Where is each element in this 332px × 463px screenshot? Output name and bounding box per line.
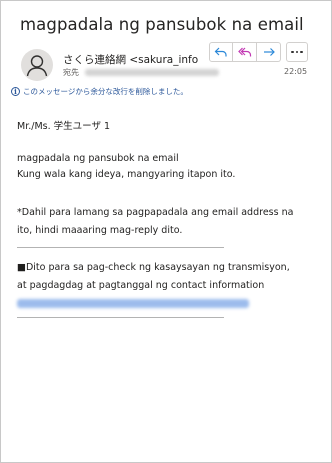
contact-link-redacted[interactable]	[17, 299, 249, 308]
info-icon: i	[11, 87, 20, 96]
line-break-notice[interactable]: i このメッセージから余分な改行を削除しました。	[11, 86, 188, 97]
reply-all-button[interactable]	[233, 42, 257, 62]
more-icon-dot	[295, 50, 299, 54]
divider	[17, 247, 224, 248]
reply-button[interactable]	[209, 42, 233, 62]
footer-line-1: ■Dito para sa pag-check ng kasaysayan ng…	[17, 262, 290, 273]
greeting: Mr./Ms. 学生ユーザ 1	[17, 121, 111, 132]
sender-name[interactable]: さくら連絡網 <sakura_info	[63, 52, 198, 67]
email-subject: magpadala ng pansubok na email	[20, 15, 304, 34]
more-icon-dot	[300, 50, 303, 54]
email-reading-pane: magpadala ng pansubok na email さくら連絡網 <s…	[0, 0, 332, 463]
to-label: 宛先	[63, 68, 79, 77]
reply-all-icon	[237, 47, 251, 57]
divider	[17, 317, 224, 318]
more-actions-button[interactable]	[286, 42, 308, 62]
body-line-2: Kung wala kang ideya, mangyaring itapon …	[17, 169, 236, 180]
recipient-address-redacted	[85, 69, 219, 76]
note-line-2: ito, hindi maaaring mag-reply dito.	[17, 225, 183, 236]
person-icon	[26, 55, 48, 77]
avatar[interactable]	[21, 49, 53, 81]
more-icon	[291, 50, 294, 54]
notice-text: このメッセージから余分な改行を削除しました。	[23, 87, 188, 96]
recipient-row: 宛先	[63, 67, 219, 78]
message-actions	[209, 42, 281, 62]
reply-icon	[214, 47, 227, 57]
note-line-1: *Dahil para lamang sa pagpapadala ang em…	[17, 207, 294, 218]
footer-line-2: at pagdagdag at pagtanggal ng contact in…	[17, 280, 265, 291]
forward-icon	[263, 48, 275, 56]
forward-button[interactable]	[257, 42, 281, 62]
body-line-1: magpadala ng pansubok na email	[17, 153, 179, 164]
received-time: 22:05	[284, 67, 308, 76]
